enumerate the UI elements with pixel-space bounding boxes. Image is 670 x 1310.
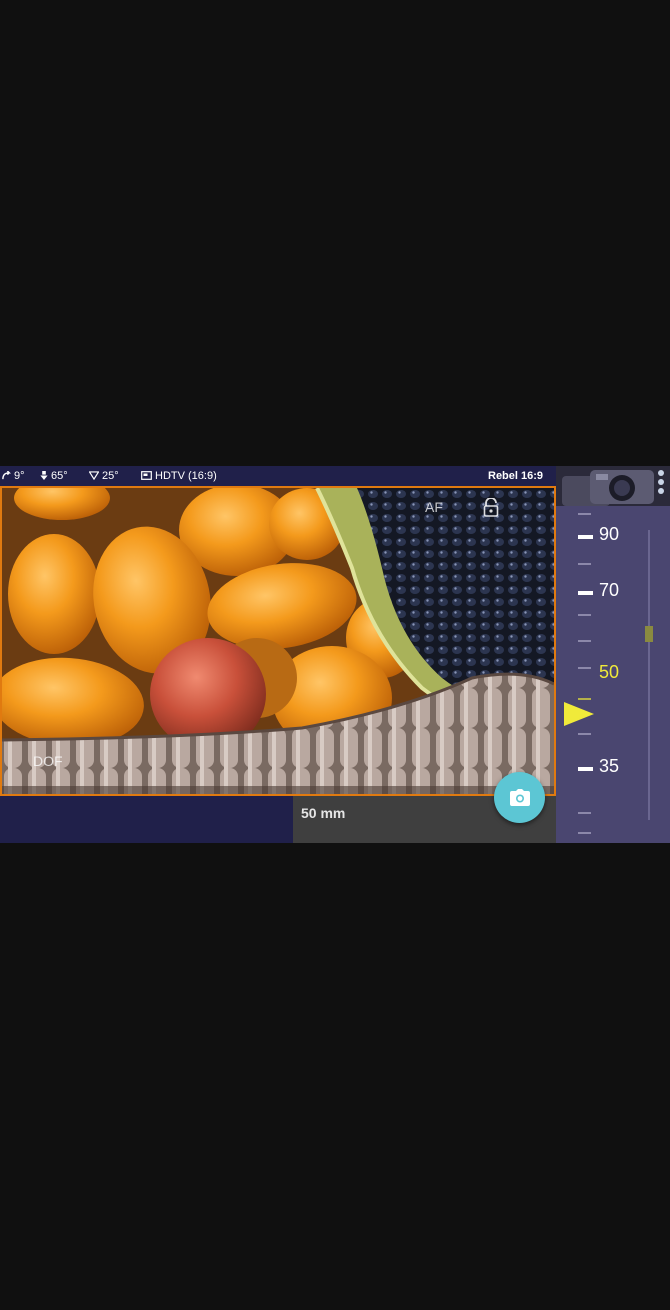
- dial-scrollbar[interactable]: [648, 530, 650, 820]
- angle-of-view-icon: [88, 471, 100, 481]
- camera-model[interactable]: Rebel 16:9: [488, 466, 543, 486]
- dial-tick: [578, 812, 591, 814]
- shutter-button[interactable]: [494, 772, 545, 823]
- tilt-readout: 9°: [2, 466, 25, 486]
- lens-side-panel: 90 70 50 35: [556, 466, 670, 843]
- more-vert-icon[interactable]: [658, 470, 666, 497]
- dial-tick: [578, 563, 591, 565]
- dial-number-70[interactable]: 70: [599, 580, 619, 601]
- dof-toggle[interactable]: DOF: [33, 753, 63, 769]
- dial-scroll-thumb[interactable]: [645, 626, 653, 642]
- camera-app: 9° 65° 25° HDTV (16:9) Rebel 16:9 AF DOF…: [0, 466, 670, 843]
- dial-tick: [578, 832, 591, 834]
- dial-number-50[interactable]: 50: [599, 662, 619, 683]
- dial-tick-major: [578, 535, 593, 539]
- aspect-readout: HDTV (16:9): [141, 466, 217, 486]
- focal-length-label: 50 mm: [301, 805, 346, 821]
- dial-number-35[interactable]: 35: [599, 756, 619, 777]
- pitch-readout: 65°: [40, 466, 68, 486]
- dial-number-90[interactable]: 90: [599, 524, 619, 545]
- status-bar: 9° 65° 25° HDTV (16:9) Rebel 16:9: [0, 466, 556, 486]
- camera-body-thumbnail[interactable]: [556, 466, 670, 506]
- angle-of-view-readout: 25°: [88, 466, 119, 486]
- dial-pointer-icon: [564, 702, 594, 726]
- dial-tick: [578, 513, 591, 515]
- dial-tick: [578, 733, 591, 735]
- camera-icon: [509, 789, 530, 806]
- aspect-ratio-icon: [141, 471, 152, 480]
- focal-length-dial[interactable]: 90 70 50 35: [556, 506, 670, 843]
- dial-tick: [578, 640, 591, 642]
- viewfinder[interactable]: AF DOF: [0, 486, 556, 796]
- camera-preview-image: [2, 488, 554, 794]
- pitch-icon: [40, 471, 48, 480]
- dial-tick: [578, 614, 591, 616]
- dial-tick: [578, 667, 591, 669]
- dial-tick: [578, 698, 591, 700]
- bottom-bar: [0, 796, 293, 843]
- dial-tick-major: [578, 767, 593, 771]
- tilt-icon: [2, 470, 11, 480]
- autofocus-toggle[interactable]: AF: [425, 499, 443, 515]
- unlock-icon[interactable]: [482, 497, 500, 523]
- dial-tick-major: [578, 591, 593, 595]
